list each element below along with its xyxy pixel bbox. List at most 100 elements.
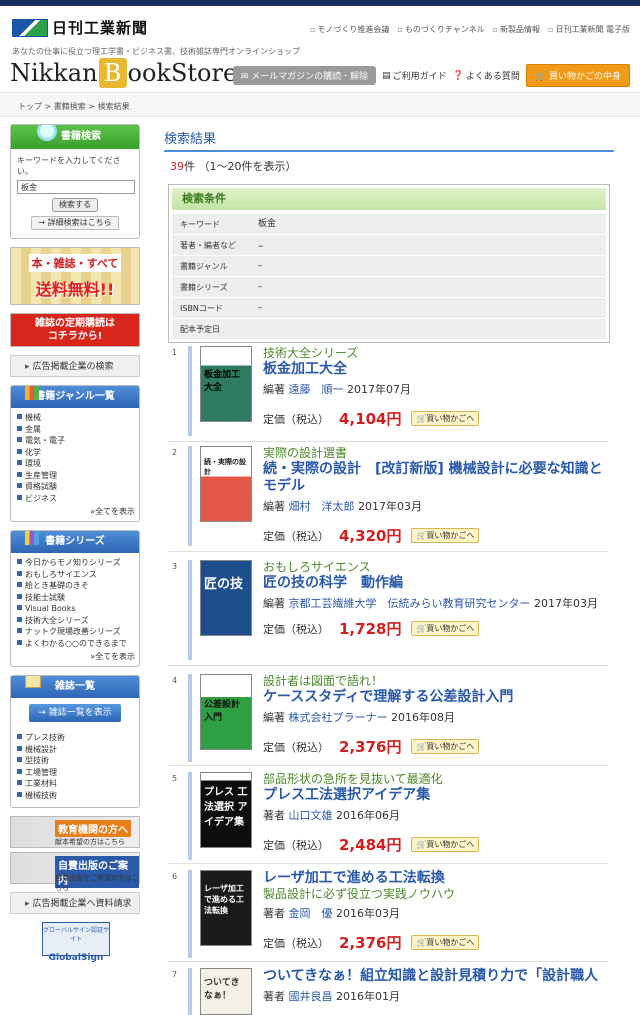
result-count-number: 39 <box>170 160 184 173</box>
add-to-cart-label: 買い物かごへ <box>426 531 475 540</box>
author-name[interactable]: 遠藤 順一 <box>289 383 344 396</box>
genre-item[interactable]: ビジネス <box>17 493 133 505</box>
genre-item[interactable]: 金属 <box>17 424 133 436</box>
series-item[interactable]: 技術大全シリーズ <box>17 615 133 627</box>
book-cover-text: 匠の技 <box>204 577 244 592</box>
genre-item[interactable]: 機械 <box>17 412 133 424</box>
add-to-cart-button[interactable]: 🛒買い物かごへ <box>411 411 480 426</box>
nikkan-logo[interactable]: 日刊工業新聞 <box>12 17 148 38</box>
mail-magazine-button[interactable]: ✉ メールマガジンの購読・解除 <box>232 66 377 85</box>
add-to-cart-button[interactable]: 🛒買い物かごへ <box>411 739 480 754</box>
add-to-cart-button[interactable]: 🛒買い物かごへ <box>411 621 480 636</box>
advanced-search-button[interactable]: → 詳細検索はこちら <box>31 216 119 230</box>
magazine-item[interactable]: 工業材料 <box>17 778 133 790</box>
magazine-item[interactable]: 機械技術 <box>17 790 133 802</box>
series-item[interactable]: 今日からモノ知りシリーズ <box>17 557 133 569</box>
series-item[interactable]: 絵とき基礎のきそ <box>17 580 133 592</box>
series-item[interactable]: おもしろサイエンス <box>17 569 133 581</box>
condition-key: 書籍シリーズ <box>180 283 228 292</box>
magazine-list-button[interactable]: → 雑誌一覧を表示 <box>29 704 121 722</box>
add-to-cart-label: 買い物かごへ <box>426 624 475 633</box>
book-author-line: 編著 遠藤 順一 2017年07月 <box>263 382 608 398</box>
add-to-cart-button[interactable]: 🛒買い物かごへ <box>411 528 480 543</box>
book-title[interactable]: 匠の技の科学 動作編 <box>263 575 608 592</box>
book-cover[interactable]: プレス 工法選択 アイデア集 <box>200 772 252 848</box>
ad-company-search-link[interactable]: 広告掲載企業の検索 <box>10 355 140 377</box>
genre-item[interactable]: 化学 <box>17 447 133 459</box>
breadcrumb-home[interactable]: トップ <box>18 102 42 111</box>
book-title[interactable]: レーザ加工で進める工法転換 <box>263 870 608 887</box>
series-show-all[interactable]: 全てを表示 <box>11 651 139 666</box>
search-button[interactable]: 検索する <box>52 198 98 212</box>
book-cover[interactable]: 続・実際の設計 <box>200 446 252 522</box>
book-cover[interactable]: 公差設計入門 <box>200 674 252 750</box>
author-name[interactable]: 京都工芸繊維大学 伝統みらい教育研究センター <box>289 597 531 610</box>
result-bar <box>188 968 192 1015</box>
guide-link[interactable]: ▤ ご利用ガイド <box>382 69 447 83</box>
price-label: 定価（税込） <box>263 936 329 950</box>
condition-key: ISBNコード <box>180 304 223 313</box>
author-name[interactable]: 畑村 洋太郎 <box>289 500 355 513</box>
book-cover[interactable]: 板金加工大全 <box>200 346 252 422</box>
author-name[interactable]: 株式会社プラーナー <box>289 711 388 724</box>
book-cover[interactable]: レーザ加工で進める工法転換 <box>200 870 252 946</box>
book-cover[interactable]: ついてきなぁ！ <box>200 968 252 1015</box>
result-number: 6 <box>172 872 178 881</box>
author-name[interactable]: 山口文雄 <box>289 809 333 822</box>
cart-contents-button[interactable]: 🛒 買い物かごの中身 <box>525 64 630 87</box>
genre-item[interactable]: 環境 <box>17 458 133 470</box>
top-link-channel[interactable]: ものづくりチャンネル <box>397 24 485 35</box>
book-title[interactable]: 板金加工大全 <box>263 361 608 378</box>
author-name[interactable]: 金岡 優 <box>289 907 333 920</box>
genre-item[interactable]: 電気・電子 <box>17 435 133 447</box>
book-series[interactable]: 部品形状の急所を見抜いて最適化 <box>263 772 608 787</box>
book-series[interactable]: 実際の設計選書 <box>263 446 608 461</box>
book-cover-text: ついてきなぁ！ <box>204 978 240 1001</box>
series-item[interactable]: ナットク現場改善シリーズ <box>17 626 133 638</box>
series-item[interactable]: Visual Books <box>17 603 133 615</box>
book-series[interactable]: 設計者は図面で語れ！ <box>263 674 608 689</box>
magazine-item[interactable]: プレス技術 <box>17 732 133 744</box>
education-banner[interactable]: 教育機関の方へ 献本希望の方はこちら <box>10 816 140 848</box>
top-link-new-products[interactable]: 新製品情報 <box>493 24 540 35</box>
magazine-item[interactable]: 型技術 <box>17 755 133 767</box>
magazine-subscription-banner[interactable]: 雑誌の定期購読は コチラから! <box>10 313 140 347</box>
search-conditions: 検索条件 キーワード 板金 著者・編者など – 書籍ジャンル – 書籍シリーズ – IS… <box>168 184 610 343</box>
result-bar <box>188 674 192 762</box>
breadcrumb-search[interactable]: 書籍検索 <box>54 102 86 111</box>
add-to-cart-button[interactable]: 🛒買い物かごへ <box>411 935 480 950</box>
top-link-monozukuri[interactable]: モノづくり推進会議 <box>310 24 389 35</box>
book-title[interactable]: 続・実際の設計 [改訂新版] 機械設計に必要な知識とモデル <box>263 461 608 495</box>
ad-request-link[interactable]: 広告掲載企業へ資料請求 <box>10 892 140 914</box>
genre-item[interactable]: 生産管理 <box>17 470 133 482</box>
bookstore-logo[interactable]: Nikkan B ookStore <box>10 58 237 88</box>
top-link-digital[interactable]: 日刊工業新聞 電子版 <box>548 24 630 35</box>
magazine-item[interactable]: 機械設計 <box>17 744 133 756</box>
globalsign-text: グローバルサイン認証サイト <box>43 927 109 943</box>
add-to-cart-button[interactable]: 🛒買い物かごへ <box>411 837 480 852</box>
result-number: 5 <box>172 774 178 783</box>
book-cover[interactable]: 匠の技 <box>200 560 252 636</box>
globalsign-seal[interactable]: グローバルサイン認証サイト GlobalSign <box>42 922 110 963</box>
series-item[interactable]: よくわかる○○のできるまで <box>17 638 133 650</box>
genre-item[interactable]: 資格試験 <box>17 481 133 493</box>
breadcrumb-current: 検索結果 <box>97 102 130 111</box>
magazine-list-label: 雑誌一覧を表示 <box>48 708 112 718</box>
faq-link[interactable]: ❓ よくある質問 <box>452 69 520 83</box>
book-title[interactable]: プレス工法選択アイデア集 <box>263 787 608 804</box>
book-series[interactable]: おもしろサイエンス <box>263 560 608 575</box>
author-name[interactable]: 國井良昌 <box>289 990 333 1003</box>
pub-date: 2016年03月 <box>336 907 400 920</box>
price-row: 定価（税込） 2,484円 🛒買い物かごへ <box>263 834 608 855</box>
magazine-item[interactable]: 工場管理 <box>17 767 133 779</box>
book-title[interactable]: ついてきなぁ！組立知識と設計見積り力で「設計職人 <box>263 968 608 985</box>
books-icon <box>25 531 39 545</box>
book-title[interactable]: ケーススタディで理解する公差設計入門 <box>263 689 608 706</box>
genre-show-all[interactable]: 全てを表示 <box>11 506 139 521</box>
self-publish-banner[interactable]: 自費出版のご案内 自費出版をご希望の方はこちら <box>10 852 140 892</box>
search-input[interactable]: 板金 <box>17 180 135 194</box>
question-icon: ❓ <box>452 70 464 81</box>
book-series[interactable]: 技術大全シリーズ <box>263 346 608 361</box>
series-item[interactable]: 技能士試験 <box>17 592 133 604</box>
free-shipping-banner[interactable]: 本・雑誌・すべて 送料無料!! <box>10 247 140 305</box>
